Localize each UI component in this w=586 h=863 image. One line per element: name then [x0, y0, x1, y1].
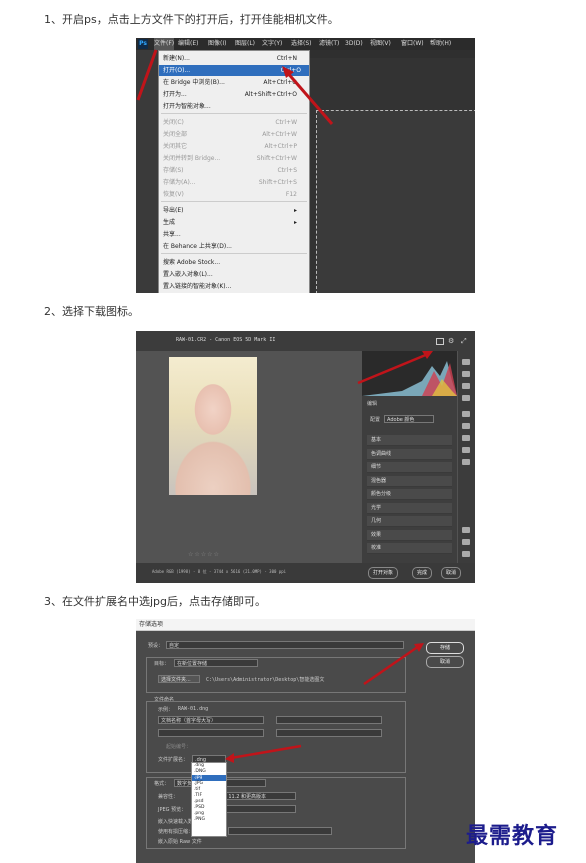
step-2-text: 2、选择下载图标。: [44, 305, 139, 318]
red-arrow-annotation-3: [225, 643, 424, 763]
step-1-text: 1、开启ps，点击上方文件下的打开后，打开佳能相机文件。: [44, 13, 339, 26]
red-arrow-annotation: [136, 49, 334, 125]
camera-raw-screenshot: RAW-01.CR2 - Canon EOS 5D Mark II ⚙ ⤢ ☆☆…: [136, 331, 475, 583]
photoshop-screenshot: Ps 文件(F) 编辑(E) 图像(I) 图层(L) 文字(Y) 选择(S) 滤镜(T) 3D…: [136, 38, 475, 293]
brand-watermark: 最需教育: [466, 823, 559, 849]
red-arrow-annotation-2: [357, 351, 433, 385]
step-3-text: 3、在文件扩展名中选jpg后，点击存储即可。: [44, 595, 267, 608]
save-options-screenshot: 存储选项 预设： 自定 存储 取消 目标： 在新位置存储 选择文件夹... C:…: [136, 619, 475, 863]
